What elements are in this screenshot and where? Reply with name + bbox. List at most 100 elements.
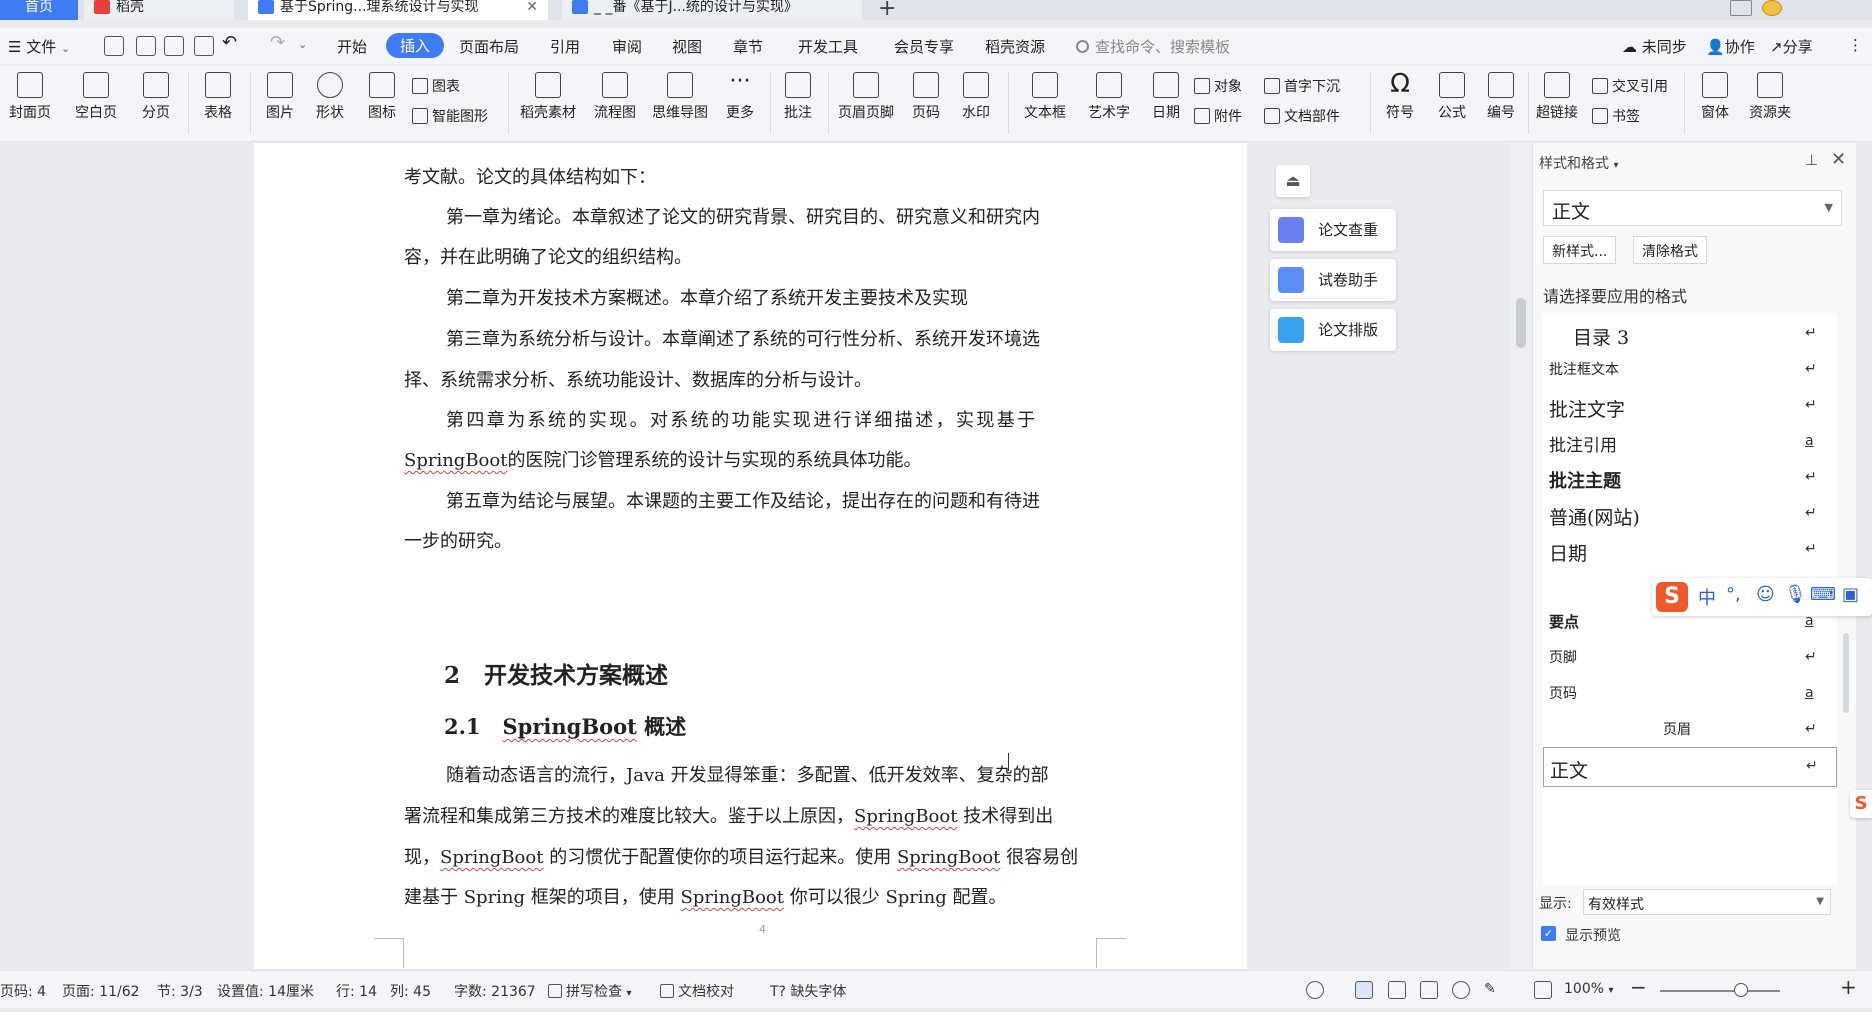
doc-line[interactable]: 现，SpringBoot 的习惯优于配置使你的项目运行起来。使用 SpringB… bbox=[404, 843, 1109, 869]
status-pages[interactable]: 页面: 11/62 bbox=[62, 981, 140, 1001]
numbering-button[interactable]: 编号 bbox=[1480, 66, 1522, 122]
doc-line[interactable]: 择、系统需求分析、系统功能设计、数据库的分析与设计。 bbox=[404, 366, 1109, 392]
new-tab-button[interactable]: + bbox=[878, 0, 896, 21]
tab-document-active[interactable]: 基于Spring...理系统设计与实现 ✕ bbox=[248, 0, 548, 20]
sogou-side-icon[interactable]: S bbox=[1850, 790, 1872, 818]
doc-line[interactable]: 第四章为系统的实现。对系统的功能实现进行详细描述，实现基于 bbox=[446, 406, 1151, 432]
fit-page-icon[interactable] bbox=[1534, 981, 1552, 999]
table-button[interactable]: 表格 bbox=[196, 66, 240, 122]
style-item-comment-text[interactable]: 批注文字 ↵ bbox=[1543, 387, 1837, 427]
print-icon[interactable] bbox=[164, 36, 184, 56]
spell-check-toggle[interactable]: 拼写检查 ▾ bbox=[548, 981, 631, 1001]
share-button[interactable]: ↗分享 bbox=[1770, 36, 1813, 57]
formula-button[interactable]: 公式 bbox=[1428, 66, 1476, 122]
tab-insert[interactable]: 插入 bbox=[386, 33, 445, 58]
styles-panel-title[interactable]: 样式和格式 ▾ bbox=[1539, 153, 1618, 173]
zoom-out-icon[interactable]: − bbox=[1630, 975, 1647, 999]
doc-parts-button[interactable]: 文档部件 bbox=[1264, 106, 1340, 126]
style-item-comment-box[interactable]: 批注框文本 ↵ bbox=[1543, 351, 1837, 391]
status-page[interactable]: 页码: 4 bbox=[0, 981, 46, 1001]
ime-chinese-mode[interactable]: 中 bbox=[1698, 584, 1716, 610]
attachment-button[interactable]: 附件 bbox=[1194, 106, 1242, 126]
emoji-icon[interactable]: ☺ bbox=[1756, 584, 1775, 605]
zoom-level[interactable]: 100% ▾ bbox=[1564, 981, 1614, 997]
redo-icon[interactable]: ↷ bbox=[270, 32, 285, 53]
keyboard-icon[interactable]: ⌨ bbox=[1810, 584, 1836, 605]
symbol-button[interactable]: Ω 符号 bbox=[1376, 66, 1424, 122]
shape-button[interactable]: 形状 bbox=[308, 66, 352, 122]
more-button[interactable]: ··· 更多 bbox=[720, 66, 760, 122]
textbox-button[interactable]: 文本框 bbox=[1016, 66, 1074, 122]
bookmark-button[interactable]: 书签 bbox=[1592, 106, 1640, 126]
resource-folder-button[interactable]: 资源夹 bbox=[1744, 66, 1796, 122]
object-button[interactable]: 对象 bbox=[1194, 76, 1242, 96]
form-window-button[interactable]: 窗体 bbox=[1690, 66, 1740, 122]
show-preview-checkbox[interactable]: ✓ bbox=[1541, 926, 1556, 941]
doc-line[interactable]: 建基于 Spring 框架的项目，使用 SpringBoot 你可以很少 Spr… bbox=[404, 883, 1109, 909]
mindmap-button[interactable]: 思维导图 bbox=[648, 66, 712, 122]
save-icon[interactable] bbox=[104, 36, 124, 56]
header-footer-button[interactable]: 页眉页脚 bbox=[834, 66, 898, 122]
toolbox-icon[interactable]: ▣ bbox=[1842, 584, 1859, 605]
status-row[interactable]: 行: 14 bbox=[336, 981, 377, 1001]
close-tab-icon[interactable]: ✕ bbox=[526, 0, 538, 14]
status-section[interactable]: 节: 3/3 bbox=[157, 981, 203, 1001]
doc-line[interactable]: SpringBoot的医院门诊管理系统的设计与实现的系统具体功能。 bbox=[404, 446, 1109, 472]
tab-chapter[interactable]: 章节 bbox=[733, 36, 763, 57]
current-style-select[interactable]: 正文 ▼ bbox=[1543, 190, 1842, 226]
doc-line[interactable]: 考文献。论文的具体结构如下： bbox=[404, 163, 1109, 189]
collapse-up-icon[interactable]: ⏏ bbox=[1276, 165, 1310, 197]
icon-button[interactable]: 图标 bbox=[360, 66, 404, 122]
collab-button[interactable]: 👤协作 bbox=[1706, 36, 1755, 57]
doc-line[interactable]: 一步的研究。 bbox=[404, 527, 1109, 553]
more-options-icon[interactable]: ⋮ bbox=[1848, 36, 1863, 54]
heading-section-2-1[interactable]: 2.1 SpringBoot 概述 bbox=[444, 711, 686, 741]
doc-line[interactable]: 随着动态语言的流行，Java 开发显得笨重：多配置、低开发效率、复杂的部 bbox=[446, 761, 1151, 787]
undo-icon[interactable]: ↶ bbox=[222, 32, 237, 53]
doc-line[interactable]: 第一章为绪论。本章叙述了论文的研究背景、研究目的、研究意义和研究内 bbox=[446, 203, 1151, 229]
drop-cap-button[interactable]: 首字下沉 bbox=[1264, 76, 1340, 96]
clear-format-button[interactable]: 清除格式 bbox=[1633, 236, 1707, 264]
cross-reference-button[interactable]: 交叉引用 bbox=[1592, 76, 1668, 96]
missing-font-button[interactable]: T? 缺失字体 bbox=[770, 981, 846, 1001]
doc-line[interactable]: 容，并在此明确了论文的组织结构。 bbox=[404, 243, 1109, 269]
doc-line[interactable]: 第五章为结论与展望。本课题的主要工作及结论，提出存在的问题和有待进 bbox=[446, 487, 1151, 513]
doc-line[interactable]: 署流程和集成第三方技术的难度比较大。鉴于以上原因，SpringBoot 技术得到… bbox=[404, 802, 1109, 828]
pen-icon[interactable]: ✎ bbox=[1484, 981, 1502, 999]
heading-chapter-2[interactable]: 2 开发技术方案概述 bbox=[444, 656, 668, 690]
command-search[interactable]: 查找命令、搜索模板 bbox=[1076, 36, 1230, 57]
doc-proof-button[interactable]: 文档校对 bbox=[660, 981, 734, 1001]
flowchart-button[interactable]: 流程图 bbox=[590, 66, 640, 122]
tab-review[interactable]: 审阅 bbox=[612, 36, 642, 57]
web-view-icon[interactable] bbox=[1452, 981, 1470, 999]
hyperlink-button[interactable]: 超链接 bbox=[1532, 66, 1582, 122]
style-item-page-number[interactable]: 页码 a bbox=[1543, 675, 1837, 715]
page-view-icon[interactable] bbox=[1355, 981, 1373, 999]
paper-format-button[interactable]: 论文排版 bbox=[1270, 309, 1396, 351]
show-filter-select[interactable]: 有效样式 ▼ bbox=[1583, 889, 1831, 915]
style-item-comment-subject[interactable]: 批注主题 ↵ bbox=[1543, 459, 1837, 499]
cover-page-button[interactable]: 封面页 bbox=[2, 66, 58, 122]
status-col[interactable]: 列: 45 bbox=[390, 981, 431, 1001]
export-pdf-icon[interactable] bbox=[136, 36, 156, 56]
reading-view-icon[interactable] bbox=[1420, 981, 1438, 999]
status-setting[interactable]: 设置值: 14厘米 bbox=[217, 981, 314, 1001]
comment-button[interactable]: 批注 bbox=[778, 66, 818, 122]
tab-daoke[interactable]: 稻壳 bbox=[84, 0, 234, 20]
tab-page-layout[interactable]: 页面布局 bbox=[459, 36, 519, 57]
daoke-material-button[interactable]: 稻壳素材 bbox=[516, 66, 580, 122]
tab-view[interactable]: 视图 bbox=[672, 36, 702, 57]
sogou-logo-icon[interactable]: S bbox=[1656, 582, 1688, 612]
close-icon[interactable]: ✕ bbox=[1831, 149, 1846, 170]
style-item-footer[interactable]: 页脚 ↵ bbox=[1543, 639, 1837, 679]
doc-line[interactable]: 第二章为开发技术方案概述。本章介绍了系统开发主要技术及实现 bbox=[446, 284, 1151, 310]
scrollbar-thumb[interactable] bbox=[1843, 633, 1849, 713]
smart-art-button[interactable]: 智能图形 bbox=[412, 106, 488, 126]
doc-line[interactable]: 第三章为系统分析与设计。本章阐述了系统的可行性分析、系统开发环境选 bbox=[446, 325, 1151, 351]
zoom-slider-knob[interactable] bbox=[1734, 983, 1748, 997]
style-item-header[interactable]: 页眉 ↵ bbox=[1543, 711, 1837, 751]
tab-developer[interactable]: 开发工具 bbox=[798, 36, 858, 57]
tab-document-2[interactable]: _ _番《基于J...统的设计与实现》 bbox=[562, 0, 862, 20]
quick-access-dropdown-icon[interactable]: ⌄ bbox=[298, 38, 307, 51]
microphone-icon[interactable]: 🎙 bbox=[1784, 584, 1807, 605]
